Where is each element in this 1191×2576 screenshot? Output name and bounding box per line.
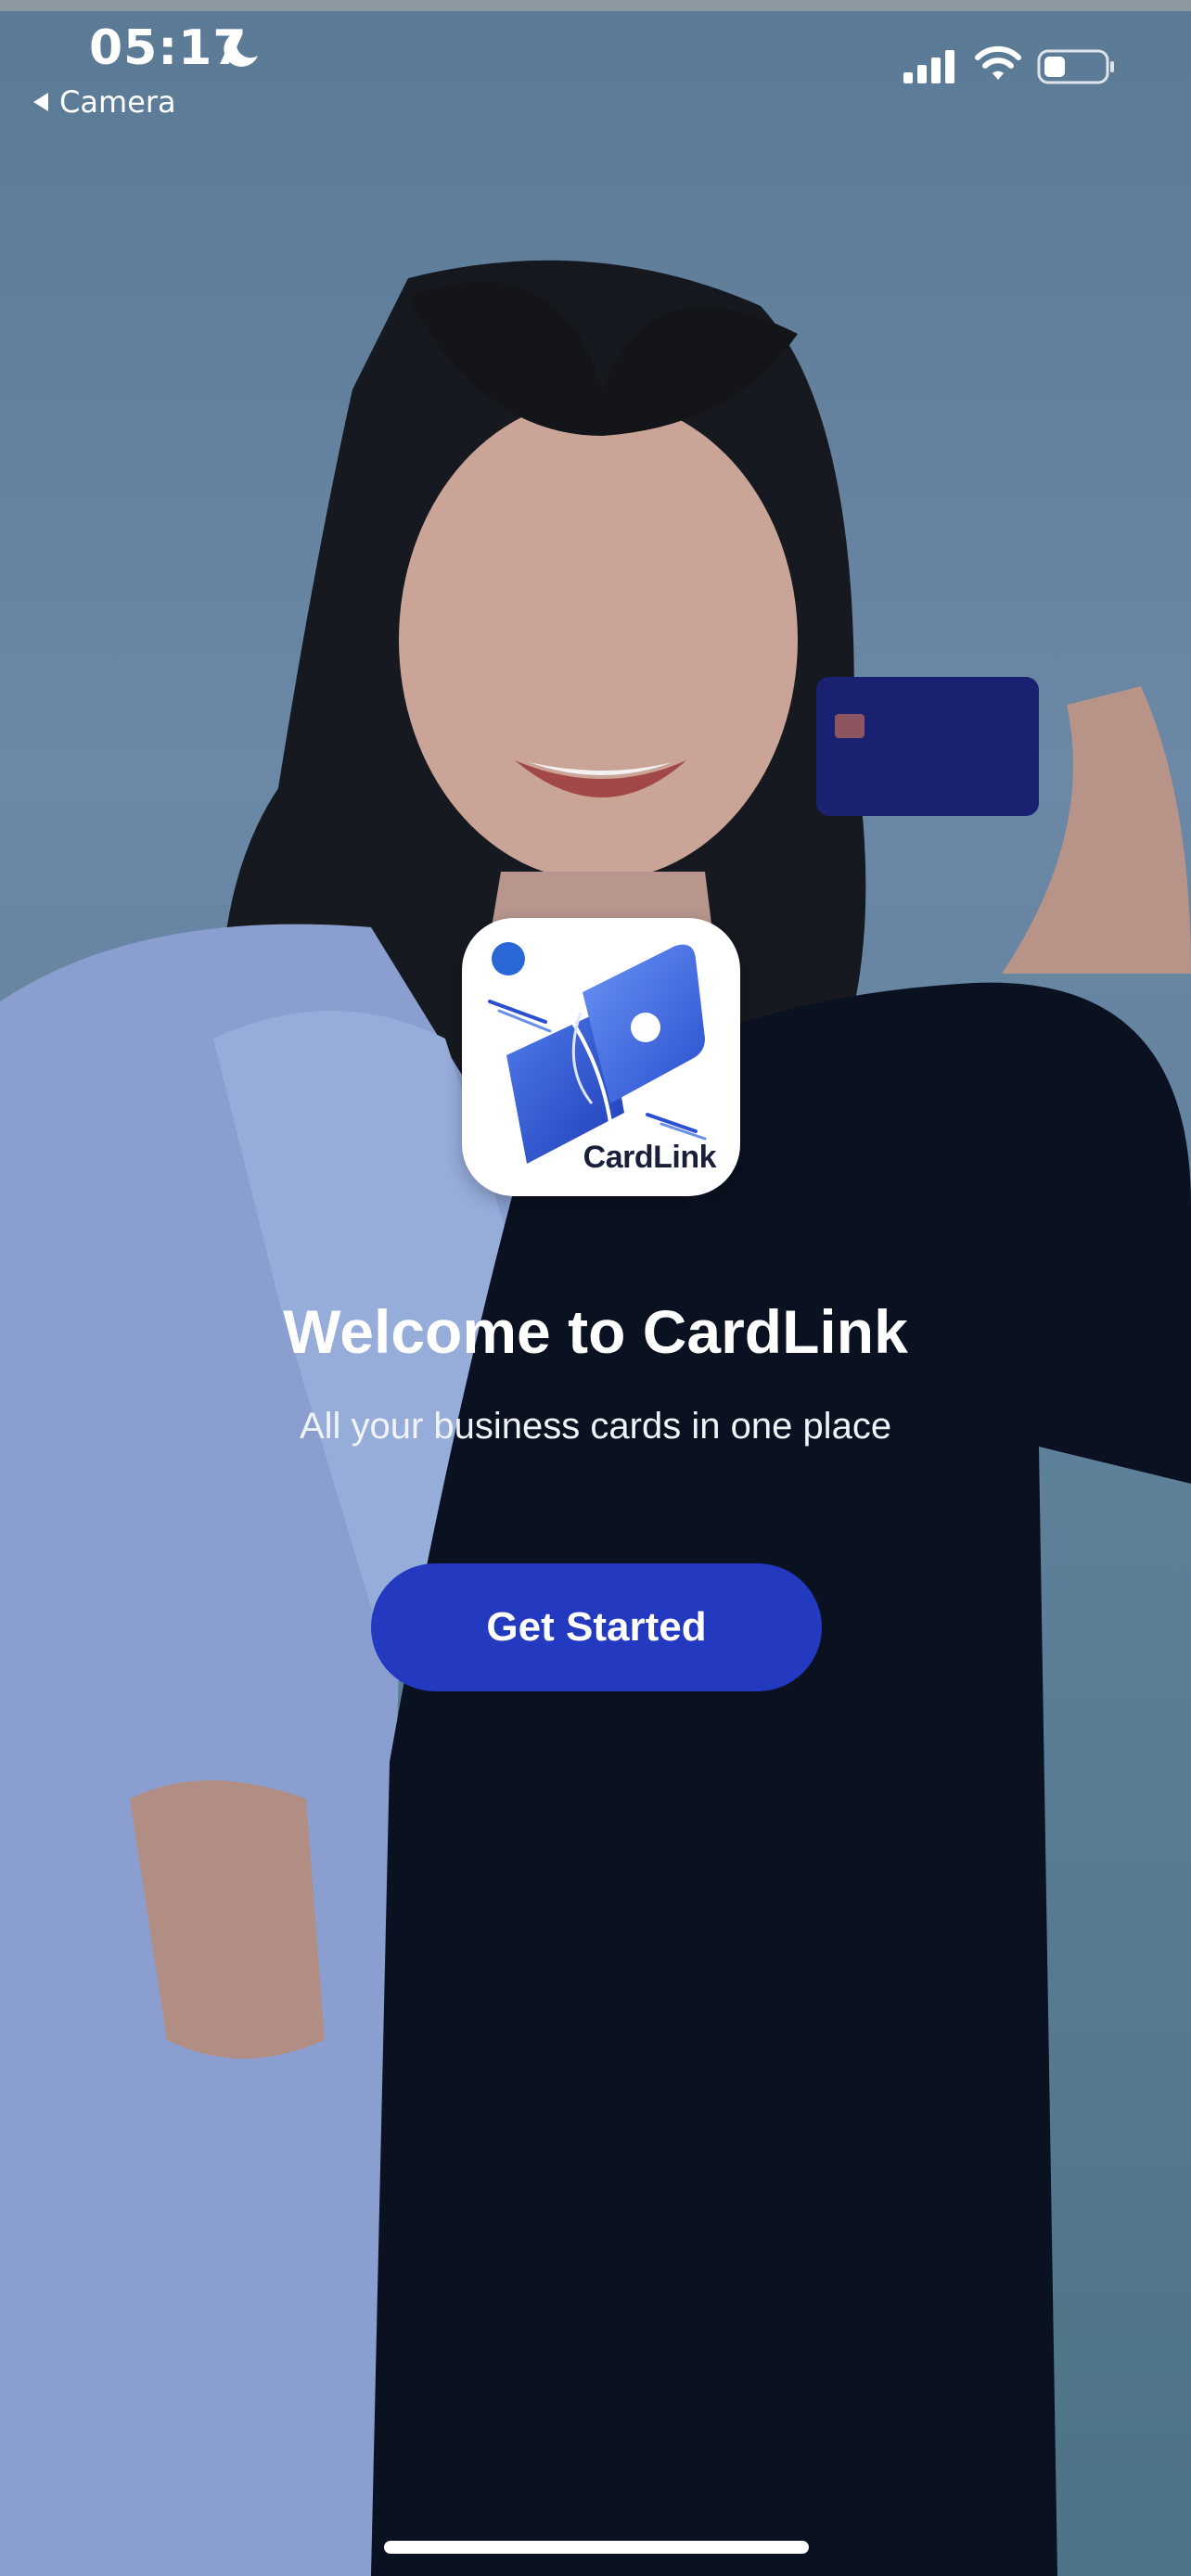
background-photo — [0, 260, 1191, 2576]
get-started-button[interactable]: Get Started — [371, 1563, 822, 1691]
cellular-signal-icon — [903, 50, 954, 83]
back-to-app-link[interactable]: Camera — [33, 83, 176, 121]
home-indicator[interactable] — [384, 2541, 809, 2554]
battery-icon — [1037, 49, 1114, 84]
moon-icon — [224, 31, 258, 67]
welcome-title: Welcome to CardLink — [283, 1297, 908, 1366]
wifi-icon — [975, 45, 1021, 80]
welcome-subtitle: All your business cards in one place — [299, 1406, 892, 1447]
logo-wordmark: CardLink — [583, 1140, 717, 1175]
app-logo: CardLink — [462, 918, 740, 1196]
back-app-label: Camera — [59, 84, 176, 120]
welcome-screen: 05:17 Camera CardLink Welcome to CardLin… — [0, 0, 1191, 2576]
back-triangle-icon — [33, 93, 48, 111]
